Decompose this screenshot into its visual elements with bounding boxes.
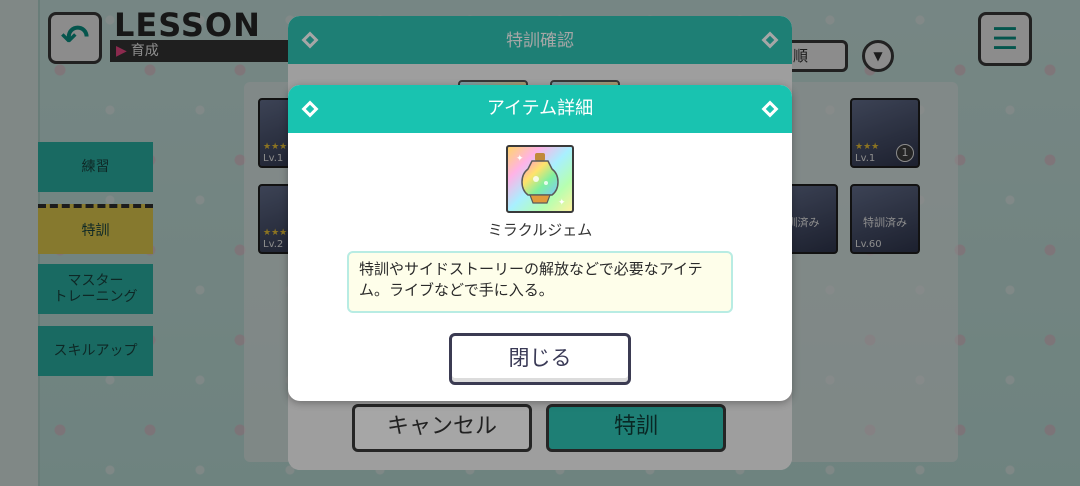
diamond-icon — [301, 100, 319, 118]
close-button[interactable]: 閉じる — [449, 333, 631, 385]
item-dialog-title: アイテム詳細 — [486, 98, 594, 119]
svg-text:✦: ✦ — [558, 198, 566, 208]
item-description: 特訓やサイドストーリーの解放などで必要なアイテム。ライブなどで手に入る。 — [359, 260, 703, 299]
item-name: ミラクルジェム — [487, 221, 593, 239]
gem-bottle-graphic: ✦ ✦ — [516, 153, 566, 208]
diamond-icon — [761, 100, 779, 118]
close-button-label: 閉じる — [508, 346, 572, 370]
item-description-box: 特訓やサイドストーリーの解放などで必要なアイテム。ライブなどで手に入る。 — [347, 251, 733, 313]
rainbow-gem-bottle-icon: ✦ ✦ — [506, 145, 574, 213]
item-dialog-header: アイテム詳細 — [288, 85, 792, 133]
svg-text:✦: ✦ — [516, 154, 524, 164]
item-detail-dialog: アイテム詳細 ✦ ✦ ミラクルジェム 特訓やサイドストーリーの解放などで必要なア… — [288, 85, 792, 401]
